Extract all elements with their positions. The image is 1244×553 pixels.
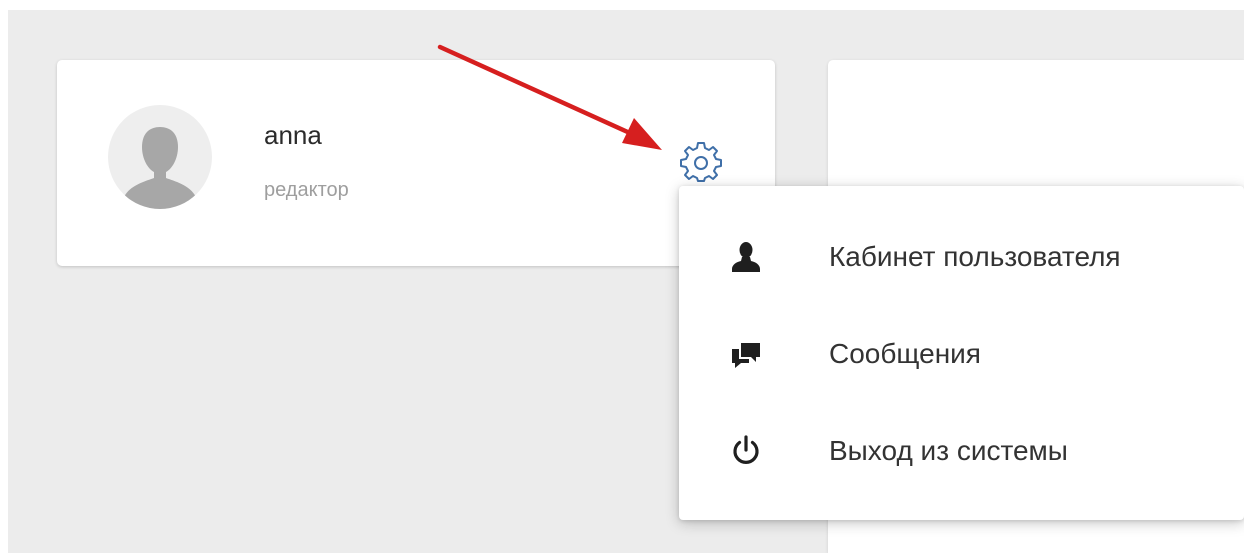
menu-item-label: Сообщения	[829, 338, 981, 369]
user-role: редактор	[264, 179, 349, 201]
menu-item-label: Выход из системы	[829, 435, 1068, 466]
messages-icon	[729, 337, 763, 371]
menu-item-label: Кабинет пользователя	[829, 241, 1121, 272]
settings-dropdown-menu: Кабинет пользователя Сообщения Выход из …	[679, 186, 1244, 520]
user-icon	[729, 240, 763, 274]
user-silhouette-icon	[124, 127, 196, 209]
username: anna	[264, 120, 322, 150]
menu-item-user-cabinet[interactable]: Кабинет пользователя	[679, 222, 1244, 292]
gear-icon[interactable]	[680, 141, 722, 183]
power-icon	[729, 434, 763, 468]
menu-item-messages[interactable]: Сообщения	[679, 319, 1244, 389]
avatar	[108, 105, 212, 209]
menu-item-logout[interactable]: Выход из системы	[679, 416, 1244, 486]
